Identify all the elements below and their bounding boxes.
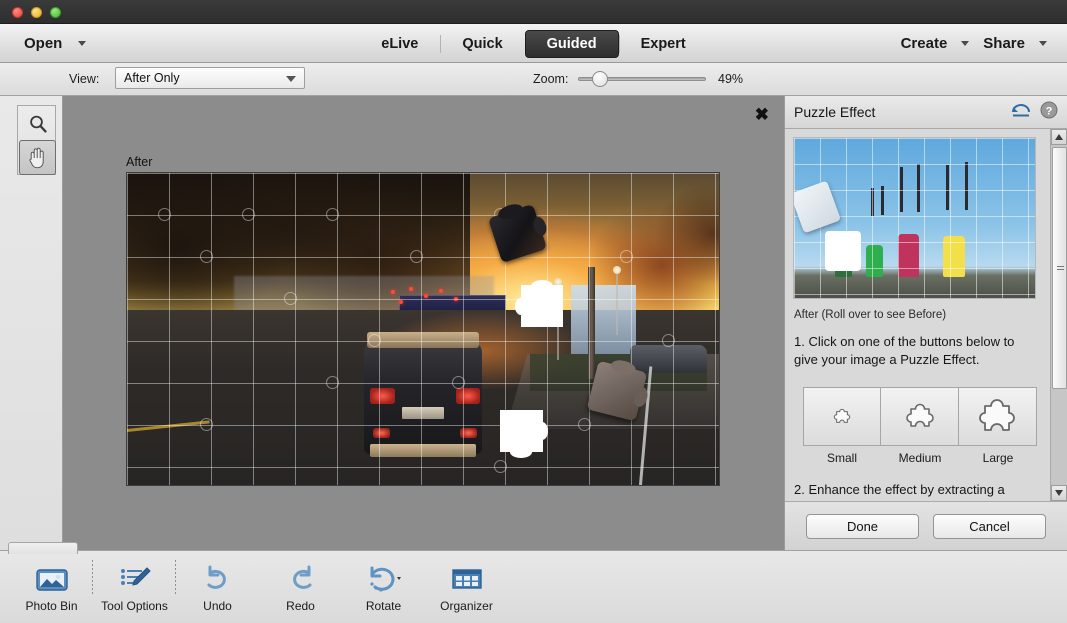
chevron-down-icon[interactable] — [961, 41, 970, 46]
hand-tool-button[interactable] — [19, 140, 56, 175]
step-1-text: 1. Click on one of the buttons below to … — [794, 334, 1015, 367]
undo-icon — [201, 562, 235, 596]
puzzle-hole-upper-right — [515, 279, 564, 328]
zoom-window-button[interactable] — [50, 7, 61, 18]
puzzle-hole-lower-center — [499, 410, 548, 458]
magnifier-icon — [29, 115, 47, 133]
view-select-value: After Only — [124, 71, 180, 85]
zoom-label: Zoom: — [533, 72, 569, 86]
rotate-label: Rotate — [365, 599, 402, 613]
tool-options-button[interactable]: Tool Options — [93, 556, 176, 613]
puzzle-size-buttons — [803, 387, 1037, 446]
step-2-text: 2. Enhance the effect by extracting a pu… — [794, 482, 1005, 501]
rotate-icon — [364, 562, 404, 596]
help-icon[interactable]: ? — [1040, 101, 1058, 124]
panel-content: After (Roll over to see Before) 1. Click… — [785, 129, 1050, 501]
hand-icon — [29, 147, 44, 168]
tool-options-icon — [117, 562, 153, 596]
chevron-down-icon — [286, 76, 296, 82]
zoom-slider-handle[interactable] — [592, 71, 608, 87]
bottom-toolbar-items: Photo Bin Tool Options Undo Redo Rotate … — [10, 556, 508, 613]
undo-label: Undo — [203, 599, 232, 613]
image-canvas[interactable]: ✖ After — [63, 96, 784, 550]
puzzle-size-labels: Small Medium Large — [803, 451, 1037, 465]
close-image-button[interactable]: ✖ — [755, 106, 769, 123]
tab-guided[interactable]: Guided — [524, 29, 619, 58]
title-bar — [0, 0, 1067, 24]
rotate-button[interactable]: Rotate — [342, 556, 425, 613]
undo-button[interactable]: Undo — [176, 556, 259, 613]
scroll-down-button[interactable] — [1051, 485, 1067, 501]
tool-palette — [0, 96, 63, 550]
panel-title: Puzzle Effect — [794, 104, 876, 120]
zoom-value: 49% — [718, 72, 744, 86]
puzzle-size-medium-label: Medium — [898, 451, 942, 465]
redo-label: Redo — [286, 599, 315, 613]
cancel-button[interactable]: Cancel — [933, 513, 1046, 539]
after-label: After — [126, 155, 153, 169]
organizer-label: Organizer — [440, 599, 493, 613]
application-window: Open eLive Quick Guided Expert Create Sh… — [0, 0, 1067, 623]
photo-bin-button[interactable]: Photo Bin — [10, 556, 93, 613]
minimize-window-button[interactable] — [31, 7, 42, 18]
close-window-button[interactable] — [12, 7, 23, 18]
puzzle-size-large-button[interactable] — [959, 387, 1037, 446]
panel-footer: Done Cancel — [785, 501, 1067, 550]
puzzle-size-medium-button[interactable] — [881, 387, 959, 446]
puzzle-size-small-button[interactable] — [803, 387, 881, 446]
redo-button[interactable]: Redo — [259, 556, 342, 613]
puzzle-piece-small-icon — [833, 408, 851, 423]
svg-text:?: ? — [1046, 106, 1053, 118]
panel-header: Puzzle Effect ? — [785, 96, 1067, 129]
create-button[interactable]: Create — [901, 35, 948, 52]
photo-bin-icon — [34, 562, 70, 596]
tab-quick[interactable]: Quick — [440, 31, 524, 57]
tab-elive[interactable]: eLive — [359, 31, 440, 57]
preview-caption: After (Roll over to see Before) — [794, 309, 947, 321]
window-controls — [12, 7, 61, 18]
effect-preview-image[interactable] — [793, 137, 1036, 299]
effect-panel: Puzzle Effect ? After (Roll over to see … — [784, 96, 1067, 550]
create-share-group: Create Share — [901, 24, 1047, 63]
done-button[interactable]: Done — [806, 513, 919, 539]
puzzle-knobs-overlay — [127, 173, 719, 485]
organizer-icon — [450, 562, 484, 596]
zoom-tool-button[interactable] — [19, 107, 56, 141]
puzzle-size-large-label: Large — [982, 451, 1014, 465]
menu-bar: Open eLive Quick Guided Expert Create Sh… — [0, 24, 1067, 63]
triangle-down-icon — [1055, 490, 1063, 496]
view-select[interactable]: After Only — [115, 67, 305, 89]
photo-bin-tab-handle[interactable] — [8, 542, 78, 554]
puzzle-piece-medium-icon — [905, 403, 934, 427]
scrollbar-grip — [1057, 266, 1064, 272]
panel-scrollbar[interactable] — [1050, 129, 1067, 501]
triangle-up-icon — [1055, 134, 1063, 140]
puzzle-size-small-label: Small — [826, 451, 857, 465]
scroll-up-button[interactable] — [1051, 129, 1067, 145]
tab-expert[interactable]: Expert — [618, 31, 708, 57]
panel-header-icons: ? — [1010, 101, 1058, 124]
tool-box — [17, 105, 56, 175]
reset-icon[interactable] — [1010, 101, 1032, 124]
scrollbar-thumb[interactable] — [1052, 147, 1067, 389]
bottom-toolbar: Photo Bin Tool Options Undo Redo Rotate … — [0, 542, 1067, 623]
chevron-down-icon[interactable] — [1039, 41, 1047, 46]
tool-options-label: Tool Options — [101, 599, 168, 613]
edited-photo[interactable] — [126, 172, 720, 486]
preview-puzzle-hole — [825, 230, 862, 271]
puzzle-piece-large-icon — [978, 398, 1015, 431]
photo-bin-label: Photo Bin — [25, 599, 78, 613]
redo-icon — [284, 562, 318, 596]
organizer-button[interactable]: Organizer — [425, 556, 508, 613]
view-label: View: — [69, 72, 100, 86]
share-button[interactable]: Share — [983, 35, 1025, 52]
